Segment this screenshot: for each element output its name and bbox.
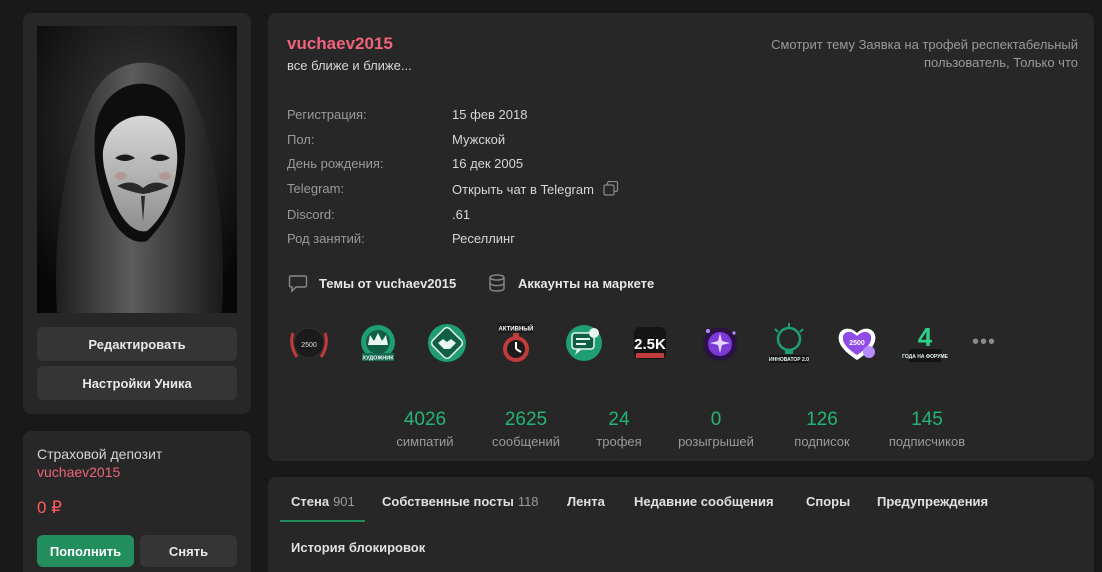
stat-following[interactable]: 126 подписок <box>767 409 877 449</box>
heart-2500-trophy-icon[interactable]: 2500 <box>833 319 881 367</box>
avatar-image <box>37 26 237 313</box>
profile-status: все ближе и ближе... <box>287 58 412 73</box>
tab-count: 118 <box>517 494 539 509</box>
user-threads-link[interactable]: Темы от vuchaev2015 <box>288 272 456 294</box>
deposit-amount: 0 ₽ <box>37 498 62 517</box>
tab-warnings[interactable]: Предупреждения <box>877 494 988 509</box>
stat-sympathies[interactable]: 4026 симпатий <box>370 409 480 449</box>
stat-label: подписок <box>794 434 850 449</box>
copy-icon[interactable] <box>603 181 619 196</box>
insurance-deposit-card: Страховой депозит vuchaev2015 0 ₽ Пополн… <box>23 431 251 572</box>
profile-username[interactable]: vuchaev2015 <box>287 34 393 54</box>
telegram-link-row: Открыть чат в Telegram <box>452 181 619 197</box>
tab-label: Стена <box>291 494 330 509</box>
stat-value: 0 <box>710 409 722 430</box>
info-value: Реселлинг <box>452 231 515 246</box>
trophy-text: 2500 <box>849 340 865 347</box>
trophy-text: 4 <box>918 322 933 352</box>
info-label: Пол: <box>287 132 315 147</box>
profile-sidebar: Редактировать Настройки Уника <box>23 13 251 414</box>
tab-wall[interactable]: Стена 901 <box>291 494 355 509</box>
market-accounts-label: Аккаунты на маркете <box>518 275 655 291</box>
2.5k-trophy-icon[interactable]: 2.5K <box>626 319 674 367</box>
tab-label: Собственные посты <box>382 494 514 509</box>
telegram-chat-link[interactable]: Открыть чат в Telegram <box>452 182 594 197</box>
tab-count: 901 <box>333 494 355 509</box>
stat-value: 4026 <box>403 409 447 430</box>
trophy-text: ИННОВАТОР 2.0 <box>769 357 809 363</box>
stat-trophies[interactable]: 24 трофея <box>564 409 674 449</box>
forum-chat-trophy-icon[interactable] <box>560 319 608 367</box>
deposit-username[interactable]: vuchaev2015 <box>37 464 120 480</box>
edit-profile-button[interactable]: Редактировать <box>37 327 237 361</box>
stat-value: 24 <box>608 409 630 430</box>
deposit-title: Страховой депозит <box>37 446 163 462</box>
stat-giveaways[interactable]: 0 розыгрышей <box>661 409 771 449</box>
stat-label: подписчиков <box>888 434 966 449</box>
tab-own-posts[interactable]: Собственные посты 118 <box>382 494 539 509</box>
user-threads-label: Темы от vuchaev2015 <box>319 275 457 291</box>
crown-trophy-icon[interactable]: ХУДОЖНИК <box>354 319 402 367</box>
handshake-trophy-icon[interactable] <box>423 319 471 367</box>
market-accounts-link[interactable]: Аккаунты на маркете <box>487 272 654 294</box>
more-trophies-icon[interactable]: ••• <box>972 332 1002 352</box>
stat-value: 126 <box>806 409 838 430</box>
tab-disputes[interactable]: Споры <box>806 494 850 509</box>
tab-recent-messages[interactable]: Недавние сообщения <box>634 494 774 509</box>
info-label: Telegram: <box>287 181 345 196</box>
trophy-text: 2500 <box>301 342 317 349</box>
profile-main-card: vuchaev2015 все ближе и ближе... Смотрит… <box>268 13 1094 461</box>
innovator-bulb-trophy-icon[interactable]: ИННОВАТОР 2.0 <box>765 319 813 367</box>
profile-tabs: Стена 901 Собственные посты 118 Лента Неда… <box>268 477 1094 572</box>
unik-settings-button[interactable]: Настройки Уника <box>37 366 237 400</box>
info-value: .61 <box>452 207 471 222</box>
last-activity: Смотрит тему Заявка на трофей респектабе… <box>771 37 1078 70</box>
avatar[interactable] <box>37 26 237 313</box>
stat-followers[interactable]: 145 подписчиков <box>872 409 982 449</box>
stat-value: 145 <box>911 409 943 430</box>
info-label: Род занятий: <box>287 231 365 246</box>
database-icon <box>489 274 505 292</box>
stat-label: симпатий <box>396 434 454 449</box>
info-value: Мужской <box>452 132 506 147</box>
tab-feed[interactable]: Лента <box>567 494 605 509</box>
info-label: Регистрация: <box>287 107 367 122</box>
info-label: Discord: <box>287 207 335 222</box>
trophy-text: 2.5K <box>634 336 666 353</box>
stat-label: розыгрышей <box>678 434 754 449</box>
sympathy-2500-trophy-icon[interactable]: 2500 <box>285 319 333 367</box>
info-value: 15 фев 2018 <box>452 107 528 122</box>
active-stopwatch-trophy-icon[interactable]: АКТИВНЫЙ <box>492 319 540 367</box>
trophy-text: ХУДОЖНИК <box>362 356 394 362</box>
stat-label: трофея <box>596 434 642 449</box>
withdraw-button[interactable]: Снять <box>140 535 237 567</box>
info-value: 16 дек 2005 <box>452 156 524 171</box>
4-years-on-forum-trophy-icon[interactable]: 4 ГОДА НА ФОРУМЕ <box>901 319 949 367</box>
tab-ban-history[interactable]: История блокировок <box>291 540 425 555</box>
trophy-subtext: ГОДА НА ФОРУМЕ <box>902 354 948 360</box>
active-tab-indicator <box>280 520 365 522</box>
purple-idea-trophy-icon[interactable] <box>696 319 744 367</box>
info-label: День рождения: <box>287 156 384 171</box>
topup-button[interactable]: Пополнить <box>37 535 134 567</box>
speech-bubble-icon <box>288 275 308 293</box>
trophy-text: АКТИВНЫЙ <box>499 325 534 333</box>
